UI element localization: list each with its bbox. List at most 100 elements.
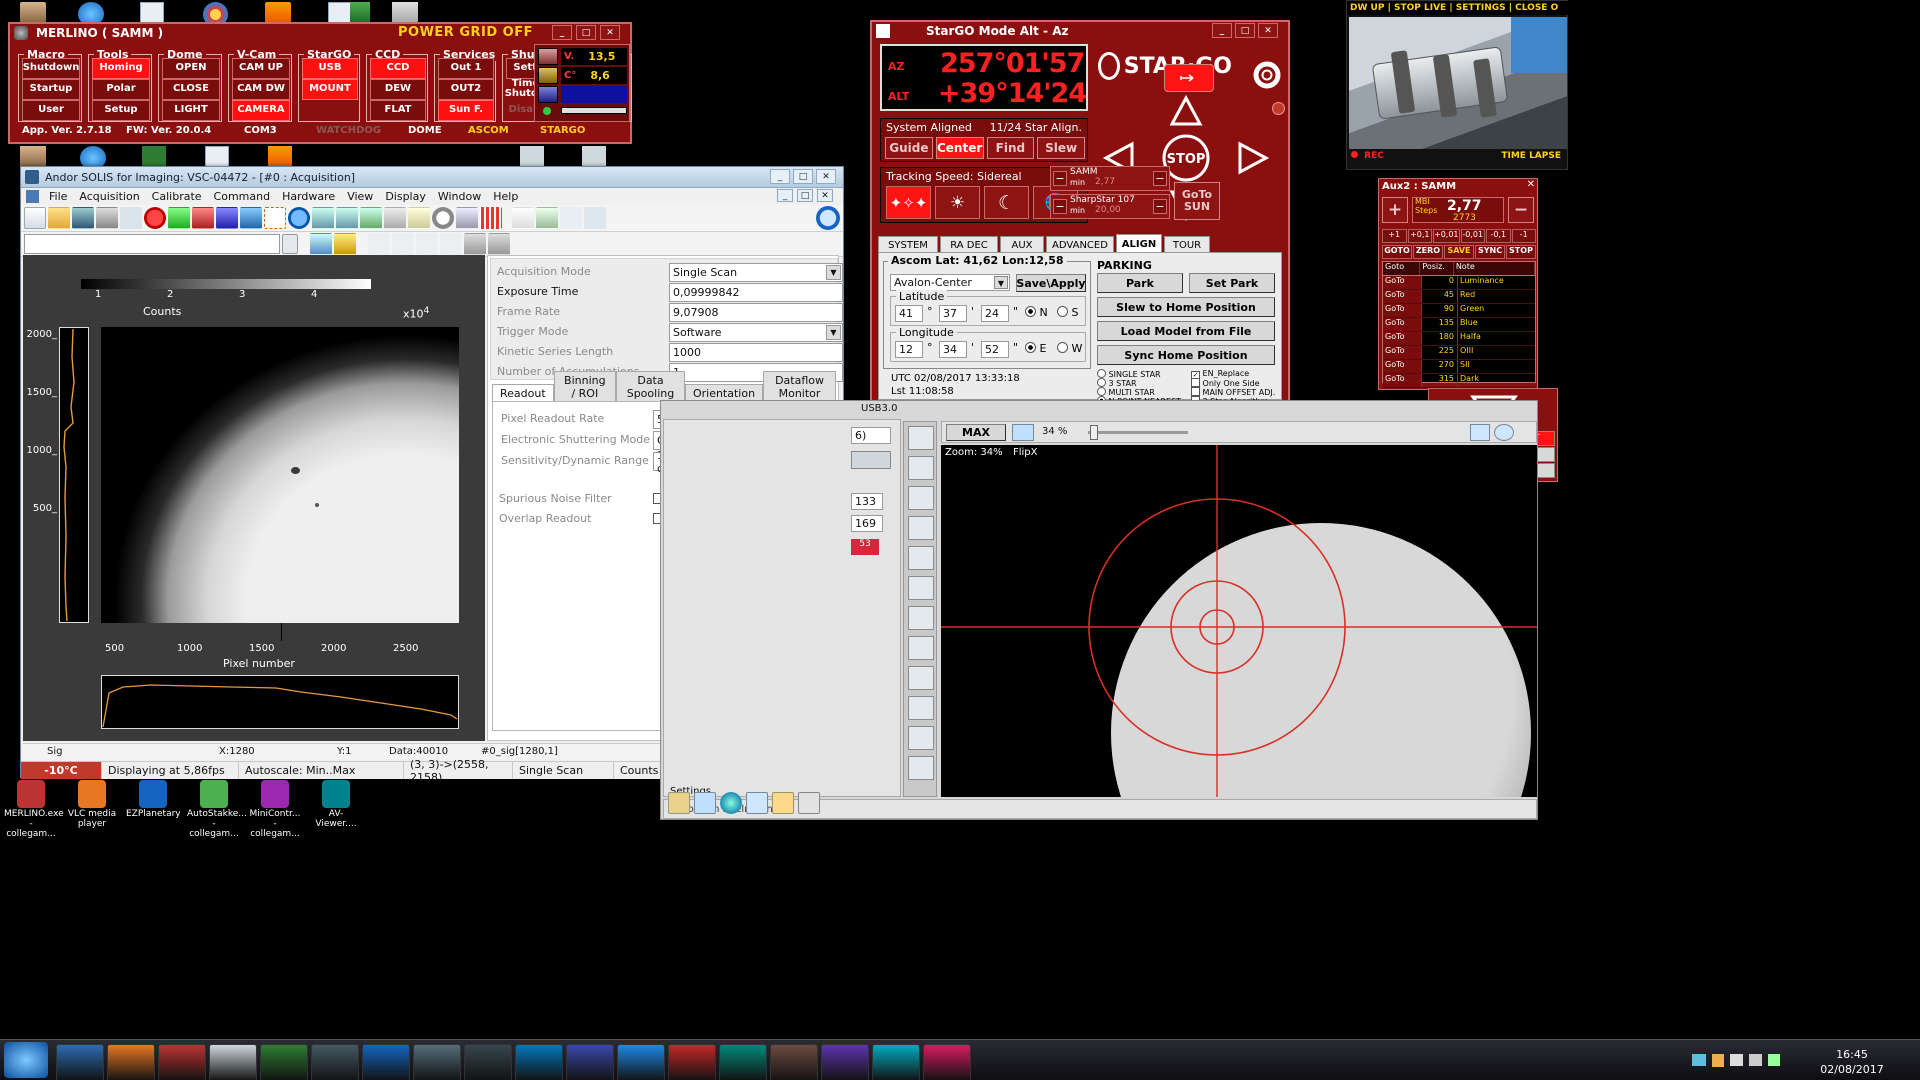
tray-wifi-icon[interactable] [1749, 1054, 1762, 1066]
aux2-goto-button[interactable]: GoTo [1383, 360, 1422, 373]
taskbar-item[interactable] [719, 1044, 767, 1080]
andor-maximize-button[interactable]: □ [793, 169, 813, 184]
park-button[interactable]: Park [1097, 273, 1183, 293]
overlay-icon[interactable] [560, 207, 582, 229]
paste-tool-icon[interactable] [416, 233, 438, 255]
taskbar-item[interactable] [311, 1044, 359, 1080]
print-icon[interactable] [96, 207, 118, 229]
viewer-spin-1[interactable] [851, 451, 891, 469]
taskbar-item[interactable] [770, 1044, 818, 1080]
lat-deg-input[interactable]: 41 [895, 305, 923, 322]
merlino-button-sun-f[interactable]: Sun F. [438, 100, 494, 121]
tray-volume-icon[interactable] [1730, 1054, 1743, 1066]
webcam-toolbar[interactable]: DW UP | STOP LIVE | SETTINGS | CLOSE O [1347, 1, 1569, 15]
taskbar-item[interactable] [872, 1044, 920, 1080]
merlino-button-user[interactable]: User [22, 100, 80, 121]
merlino-button-setup[interactable]: Setup [92, 100, 150, 121]
andor-menu-view[interactable]: View [347, 190, 373, 203]
background-plot-icon[interactable] [336, 207, 358, 229]
aux2-action-save[interactable]: SAVE [1444, 245, 1474, 259]
merlino-button-out-1[interactable]: Out 1 [438, 58, 494, 79]
merlino-button-cam-dw[interactable]: CAM DW [232, 79, 290, 100]
crop-icon[interactable] [908, 636, 934, 660]
chart-icon[interactable] [908, 576, 934, 600]
stargo-tab-system[interactable]: SYSTEM [878, 236, 938, 253]
binoculars-next-icon[interactable] [488, 233, 510, 255]
param-input-kinetic-series-length[interactable]: 1000 [669, 343, 843, 362]
aux2-action-stop[interactable]: STOP [1506, 245, 1536, 259]
andor-close-button[interactable]: ✕ [816, 169, 836, 184]
cut-icon[interactable] [120, 207, 142, 229]
stargo-tab-aux[interactable]: AUX [1000, 236, 1044, 253]
taskbar-item[interactable] [158, 1044, 206, 1080]
gear-icon[interactable] [668, 792, 690, 814]
merlino-button-homing[interactable]: Homing [92, 58, 150, 79]
stargo-maximize-button[interactable]: □ [1235, 23, 1255, 38]
tracking-sun-button[interactable]: ☀ [935, 186, 980, 219]
align-button-slew[interactable]: Slew [1037, 137, 1085, 159]
stargo-close-button[interactable]: ✕ [1258, 23, 1278, 38]
param-input-acquisition-mode[interactable]: Single Scan ▼ [669, 263, 843, 282]
save-apply-button[interactable]: Save\Apply [1016, 274, 1086, 292]
aux2-step-001[interactable]: +0,01 [1433, 229, 1460, 243]
tab-dataflow-monitor[interactable]: Dataflow Monitor [763, 371, 836, 402]
merlino-button-out2[interactable]: OUT2 [438, 79, 494, 100]
fit-icon[interactable] [1012, 424, 1034, 441]
merlino-button-light[interactable]: LIGHT [162, 100, 220, 121]
align-button-center[interactable]: Center [935, 137, 984, 159]
tab-data-spooling[interactable]: Data Spooling [616, 371, 685, 402]
zoom-slider-track[interactable] [1088, 431, 1188, 434]
usb-button[interactable] [1164, 64, 1214, 92]
taskbar-item[interactable] [260, 1044, 308, 1080]
merlino-button-usb[interactable]: USB [302, 58, 358, 79]
focuser-plus-2[interactable]: − [1153, 199, 1167, 214]
viewer-field-2[interactable]: 133 [851, 493, 883, 510]
command-combo[interactable] [24, 234, 280, 254]
lat-min-input[interactable]: 37 [939, 305, 967, 322]
save-icon[interactable] [746, 792, 768, 814]
merlino-button-close[interactable]: CLOSE [162, 79, 220, 100]
taskbar-item[interactable] [923, 1044, 971, 1080]
lon-west-radio[interactable]: W [1057, 342, 1082, 355]
sync-home-button[interactable]: Sync Home Position [1097, 345, 1275, 365]
grid-view-icon[interactable] [694, 792, 716, 814]
signal-plot-icon[interactable] [312, 207, 334, 229]
desktop-icon-minicontr-collegam-[interactable]: MiniContr... - collegam... [248, 780, 302, 840]
merlino-button-dew[interactable]: DEW [370, 79, 426, 100]
fullscreen-icon[interactable] [584, 207, 606, 229]
align-button-find[interactable]: Find [986, 137, 1035, 159]
aux2-goto-button[interactable]: GoTo [1383, 276, 1422, 289]
taskbar-item[interactable] [107, 1044, 155, 1080]
taskbar-item[interactable] [56, 1044, 104, 1080]
run-icon[interactable] [1470, 424, 1490, 441]
vertical-cursor-line[interactable] [281, 623, 282, 641]
aux2-step-1[interactable]: +1 [1382, 229, 1407, 243]
merlino-button-shutdown[interactable]: Shutdown [22, 58, 80, 79]
reference-plot-icon[interactable] [360, 207, 382, 229]
settings-gear-button[interactable] [1250, 58, 1284, 92]
lon-sec-input[interactable]: 52 [981, 341, 1009, 358]
andor-menu-window[interactable]: Window [438, 190, 481, 203]
focuser-minus-2[interactable]: − [1053, 199, 1067, 214]
tab-binning-roi[interactable]: Binning / ROI [553, 371, 616, 402]
param-input-exposure-time[interactable]: 0,09999842 [669, 283, 843, 302]
aux2-table-row[interactable]: GoTo 135 Blue [1383, 318, 1535, 332]
save-icon[interactable] [72, 207, 94, 229]
param-input-frame-rate[interactable]: 9,07908 [669, 303, 843, 322]
aux2-close-button[interactable]: ✕ [1527, 179, 1535, 190]
grid-icon[interactable] [480, 207, 502, 229]
aux2-table-row[interactable]: GoTo 0 Luminance [1383, 276, 1535, 290]
andor-menu-file[interactable]: File [49, 190, 67, 203]
aux2-goto-button[interactable]: GoTo [1383, 374, 1422, 387]
andor-menu-hardware[interactable]: Hardware [282, 190, 335, 203]
tracking-moon-button[interactable]: ☾ [984, 186, 1029, 219]
merlino-button-camera[interactable]: CAMERA [232, 100, 290, 121]
edit-program-icon[interactable] [334, 233, 356, 255]
merlino-button-open[interactable]: OPEN [162, 58, 220, 79]
run-program-icon[interactable] [310, 233, 332, 255]
mdi-close-button[interactable]: ✕ [817, 189, 833, 202]
check-icon[interactable] [908, 426, 934, 450]
take-background-icon[interactable] [216, 207, 238, 229]
aux2-table-row[interactable]: GoTo 315 Dark [1383, 374, 1535, 388]
target-icon[interactable] [908, 756, 934, 780]
